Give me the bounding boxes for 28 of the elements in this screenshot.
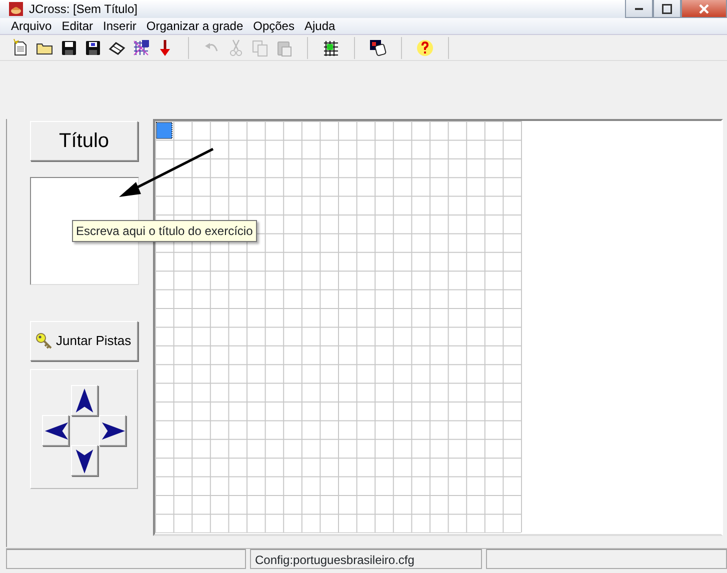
close-button[interactable] — [681, 0, 727, 18]
copy-icon — [250, 38, 270, 58]
menu-item[interactable]: Editar — [56, 18, 98, 34]
key-icon — [35, 332, 53, 350]
picture-card-icon — [368, 38, 388, 58]
minimize-icon — [635, 8, 643, 10]
maximize-icon — [662, 4, 672, 14]
status-text: Config:portuguesbrasileiro.cfg — [250, 549, 482, 569]
maximize-button[interactable] — [653, 0, 681, 18]
move-down-button[interactable] — [71, 445, 98, 476]
move-up-button[interactable] — [71, 385, 98, 416]
move-left-button[interactable] — [42, 415, 69, 446]
grid-cursor[interactable] — [156, 122, 172, 139]
close-icon — [699, 4, 709, 14]
tooltip: Escreva aqui o título do exercício — [72, 220, 257, 242]
menu-item[interactable]: Arquivo — [6, 18, 57, 34]
window-title: JCross: [Sem Título] — [29, 1, 138, 18]
title-button[interactable]: Título — [30, 121, 138, 161]
menu-item[interactable]: Organizar a grade — [141, 18, 248, 34]
help-icon — [415, 38, 435, 58]
grid-icon — [131, 38, 151, 58]
move-right-button[interactable] — [99, 415, 126, 446]
menu-item[interactable]: Inserir — [98, 18, 142, 34]
minimize-button[interactable] — [625, 0, 653, 18]
app-icon — [8, 1, 24, 17]
menu-item[interactable]: Opções — [248, 18, 300, 34]
menu-item[interactable]: Ajuda — [299, 18, 340, 34]
gather-clues-button[interactable]: Juntar Pistas — [30, 321, 138, 361]
